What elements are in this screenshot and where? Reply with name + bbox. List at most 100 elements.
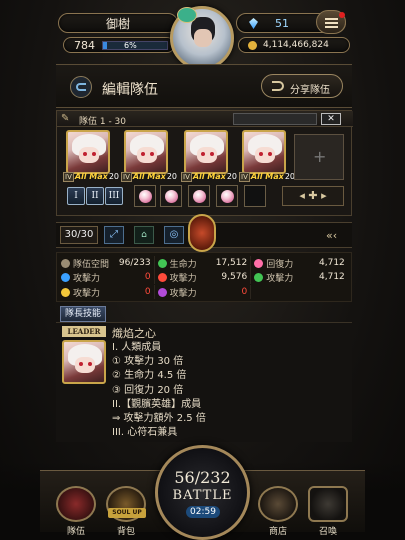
share-icon — [272, 81, 284, 91]
team-member-slot[interactable]: IV All Max 20 — [62, 130, 120, 182]
coin-count: 4,114,466,824 — [263, 40, 329, 50]
member-all-max: All Max — [250, 172, 284, 181]
close-icon[interactable]: ✕ — [321, 113, 341, 125]
filter-icon[interactable]: ⌂ — [134, 226, 154, 244]
team-tab-label[interactable]: 隊伍 1 - 30 — [79, 114, 126, 127]
portrait-eye — [141, 152, 145, 156]
member-refine-level: IV — [63, 171, 74, 182]
member-status-bar: IV All Max 20 — [120, 171, 178, 182]
craft-slot-4[interactable] — [216, 185, 238, 207]
menu-icon-line — [325, 26, 338, 28]
spare-stat — [251, 285, 348, 299]
craft-slot-3[interactable] — [188, 185, 210, 207]
stats-row-1: 隊伍空間 96/233 生命力 17,512 回復力 4,712 — [58, 256, 348, 270]
battle-label: BATTLE — [172, 488, 233, 503]
back-icon — [76, 83, 86, 91]
nav-summon-button[interactable]: 召喚 — [306, 486, 350, 537]
coin-icon — [248, 41, 257, 50]
collapse-arrows-icon[interactable]: «‹ — [326, 229, 337, 242]
add-icon: + — [313, 147, 327, 166]
team-space-value: 96/233 — [118, 258, 151, 268]
portrait-face — [255, 147, 275, 163]
wood-icon — [254, 272, 264, 282]
team-space-label: 隊伍空間 — [73, 259, 110, 270]
portrait-eye — [150, 152, 154, 156]
portrait-face — [197, 147, 217, 163]
portrait-eye — [79, 362, 83, 366]
member-portrait — [66, 130, 110, 174]
notification-dot — [339, 12, 345, 18]
heart-orb-icon — [138, 189, 152, 203]
back-button[interactable] — [70, 76, 92, 98]
team-set-1-button[interactable]: I — [67, 187, 85, 205]
member-skill-level: 20 — [226, 172, 237, 181]
page-title: 編輯隊伍 — [102, 82, 158, 98]
summon-card-icon — [308, 486, 348, 522]
dark-icon — [157, 287, 167, 297]
edit-pencil-icon[interactable]: ✎ — [61, 113, 69, 124]
menu-icon-line — [325, 22, 338, 24]
wood-attack-value: 4,712 — [319, 272, 345, 282]
leader-desc-line: I. 人類成員 — [112, 342, 162, 353]
player-avatar[interactable] — [170, 6, 234, 70]
hp-icon — [157, 258, 167, 268]
dragon-emblem-icon — [177, 7, 197, 23]
craft-swap-button[interactable]: ◂ ✚ ▸ — [282, 186, 344, 206]
username-panel[interactable]: 御樹 — [58, 13, 178, 33]
team-set-2-button[interactable]: II — [86, 187, 104, 205]
portrait-face — [79, 147, 99, 163]
share-team-label: 分享隊伍 — [290, 85, 330, 96]
leader-desc-line: ① 攻擊力 30 倍 — [112, 356, 184, 368]
nav-shop-button[interactable]: 商店 — [256, 486, 300, 537]
shop-icon — [258, 486, 298, 522]
heart-orb-icon — [164, 189, 178, 203]
recovery-icon — [254, 258, 264, 268]
team-member-slot[interactable]: IV All Max 20 — [120, 130, 178, 182]
nav-team-label: 隊伍 — [66, 527, 85, 537]
craft-slot-2[interactable] — [160, 185, 182, 207]
light-icon — [61, 287, 70, 297]
water-icon — [61, 272, 70, 282]
team-space-stat: 隊伍空間 96/233 — [58, 256, 155, 270]
recovery-stat: 回復力 4,712 — [251, 256, 348, 270]
menu-button[interactable] — [316, 10, 346, 34]
leader-portrait[interactable] — [62, 340, 106, 384]
member-refine-level: IV — [181, 171, 192, 182]
share-team-button[interactable]: 分享隊伍 — [261, 74, 343, 98]
sort-icon[interactable]: ⤢ — [104, 226, 124, 244]
leader-skill-tab[interactable]: 隊長技能 — [60, 306, 106, 322]
info-icon[interactable]: ◎ — [164, 226, 184, 244]
portrait-face — [75, 357, 95, 373]
member-portrait — [124, 130, 168, 174]
attack-label: 攻擊力 — [73, 288, 101, 299]
craft-slot-1[interactable] — [134, 185, 156, 207]
stats-row-3: 攻擊力 0 攻擊力 0 — [58, 285, 348, 299]
fire-attack-stat: 攻擊力 9,576 — [155, 270, 252, 284]
exp-percent: 6% — [124, 41, 137, 50]
member-skill-level: 20 — [166, 172, 177, 181]
team-tab-scroll[interactable] — [233, 113, 317, 125]
add-member-slot[interactable]: + — [294, 134, 344, 180]
member-portrait — [242, 130, 286, 174]
username: 御樹 — [105, 17, 130, 31]
dark-attack-stat: 攻擊力 0 — [155, 285, 252, 299]
portrait-eye — [201, 152, 205, 156]
menu-icon — [325, 18, 338, 20]
heart-orb-icon — [192, 189, 206, 203]
leader-badge: LEADER — [62, 326, 106, 337]
team-set-3-button[interactable]: III — [105, 187, 123, 205]
space-icon — [61, 258, 70, 268]
craft-slot-5[interactable] — [244, 185, 266, 207]
center-gem-button[interactable] — [188, 214, 216, 252]
hp-value: 17,512 — [215, 258, 248, 268]
team-member-slot[interactable]: IV All Max 20 — [238, 130, 296, 182]
battle-button[interactable]: 56/232 BATTLE 02:59 — [155, 445, 250, 540]
header-bar: 編輯隊伍 分享隊伍 — [56, 64, 352, 108]
avatar-face — [194, 29, 212, 47]
recovery-value: 4,712 — [319, 258, 345, 268]
nav-team-button[interactable]: 隊伍 — [54, 486, 98, 537]
member-refine-level: IV — [121, 171, 132, 182]
team-count: 30/30 — [60, 226, 98, 244]
gem-count: 51 — [275, 17, 289, 30]
team-member-slot[interactable]: IV All Max 20 — [180, 130, 238, 182]
